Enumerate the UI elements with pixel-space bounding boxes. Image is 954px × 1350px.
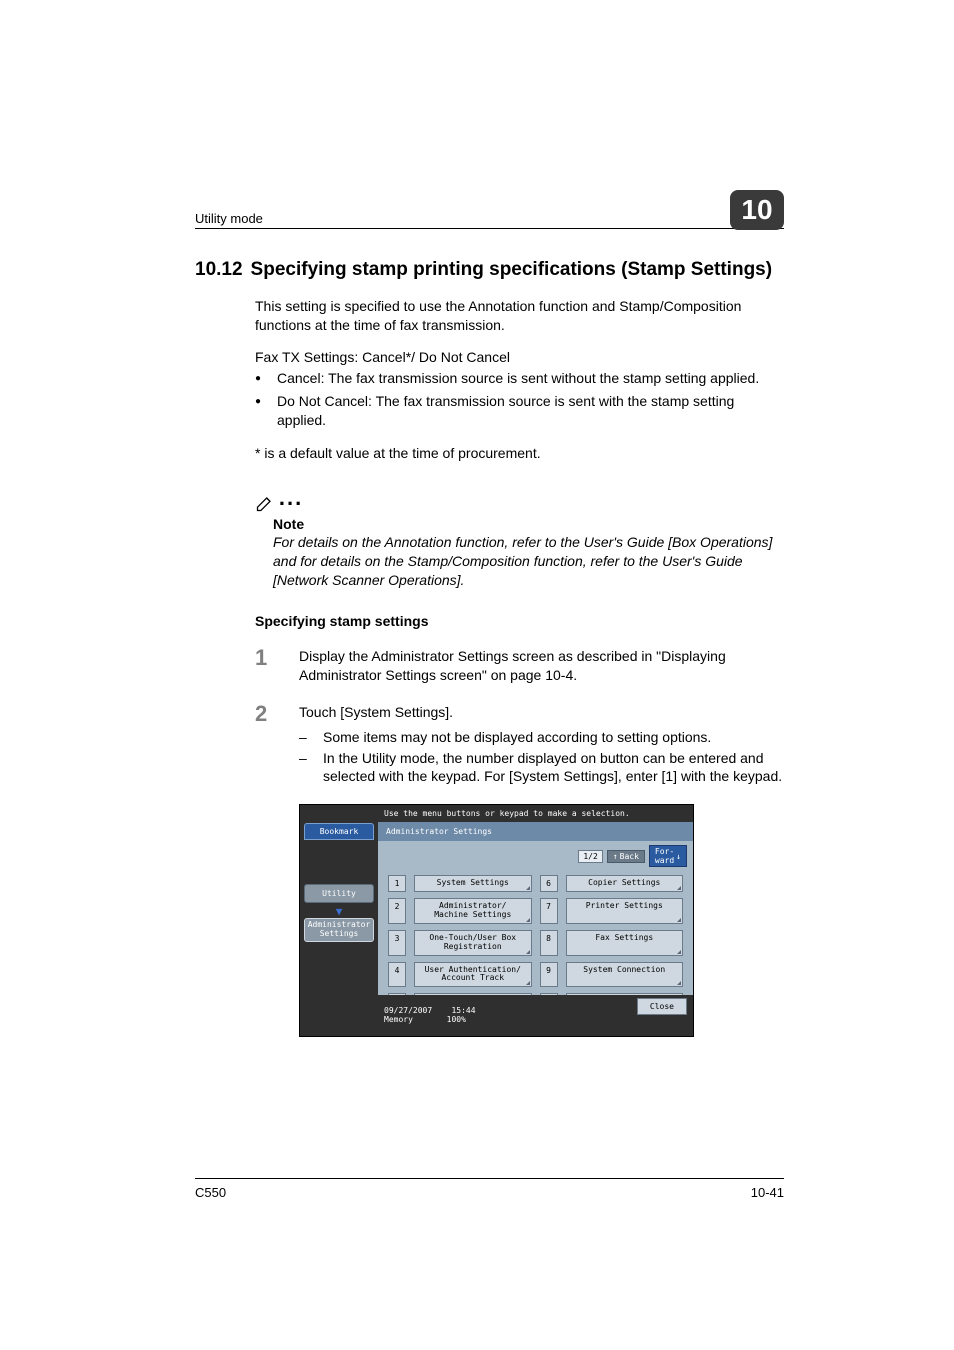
menu-system-connection[interactable]: System Connection	[566, 962, 684, 988]
step-number: 1	[255, 643, 267, 673]
menu-num-3: 3	[388, 930, 406, 956]
sidebar-admin-settings[interactable]: Administrator Settings	[304, 918, 374, 942]
procedure-heading: Specifying stamp settings	[255, 612, 784, 631]
close-button[interactable]: Close	[637, 998, 687, 1015]
chapter-number-badge: 10	[730, 190, 784, 230]
menu-num-1: 1	[388, 875, 406, 892]
section-title-text: Specifying stamp printing specifications…	[251, 257, 773, 283]
running-header: Utility mode 10	[195, 190, 784, 229]
settings-bullet-list: Cancel: The fax transmission source is s…	[255, 369, 784, 430]
menu-num-6: 6	[540, 875, 558, 892]
step-number: 2	[255, 699, 267, 729]
page-footer: C550 10-41	[195, 1178, 784, 1200]
intro-paragraph: This setting is specified to use the Ann…	[255, 297, 784, 335]
menu-admin-machine[interactable]: Administrator/ Machine Settings	[414, 898, 532, 924]
step-sub-item: In the Utility mode, the number displaye…	[299, 749, 784, 787]
step-1: 1 Display the Administrator Settings scr…	[255, 647, 784, 685]
status-time: 15:44	[451, 1006, 475, 1015]
admin-settings-screenshot: Bookmark Utility ▼ Administrator Setting…	[299, 804, 694, 1037]
arrow-right-icon: ↓	[676, 852, 681, 861]
ui-menu-grid: 1 System Settings 6 Copier Settings 2 Ad…	[378, 869, 693, 1016]
note-icon-row: ...	[255, 483, 784, 513]
pencil-note-icon	[255, 493, 275, 513]
menu-onetouch-userbox[interactable]: One-Touch/User Box Registration	[414, 930, 532, 956]
menu-system-settings[interactable]: System Settings	[414, 875, 532, 892]
menu-user-auth[interactable]: User Authentication/ Account Track	[414, 962, 532, 988]
step-sub-item: Some items may not be displayed accordin…	[299, 728, 784, 747]
menu-num-2: 2	[388, 898, 406, 924]
menu-copier-settings[interactable]: Copier Settings	[566, 875, 684, 892]
running-head-text: Utility mode	[195, 211, 263, 226]
chapter-number: 10	[741, 194, 772, 226]
step-2: 2 Touch [System Settings]. Some items ma…	[255, 703, 784, 787]
ui-status-bar: 09/27/2007 15:44 Memory 100% Close	[378, 995, 693, 1036]
ui-main-area: Use the menu buttons or keypad to make a…	[378, 805, 693, 1036]
note-text: For details on the Annotation function, …	[273, 533, 784, 590]
bookmark-tab[interactable]: Bookmark	[304, 823, 374, 840]
pager-back-button[interactable]: ↑Back	[607, 850, 645, 863]
default-footnote: * is a default value at the time of proc…	[255, 444, 784, 463]
menu-printer-settings[interactable]: Printer Settings	[566, 898, 684, 924]
ui-sidebar: Bookmark Utility ▼ Administrator Setting…	[300, 805, 378, 1036]
arrow-down-icon: ▼	[304, 905, 374, 918]
note-dots-icon: ...	[279, 485, 303, 510]
menu-num-9: 9	[540, 962, 558, 988]
menu-fax-settings[interactable]: Fax Settings	[566, 930, 684, 956]
section-number: 10.12	[195, 257, 243, 283]
status-memory-value: 100%	[447, 1015, 466, 1024]
menu-num-7: 7	[540, 898, 558, 924]
arrow-left-icon: ↑	[613, 852, 618, 861]
note-label: Note	[273, 515, 784, 534]
bullet-item: Cancel: The fax transmission source is s…	[255, 369, 784, 388]
sidebar-utility-button[interactable]: Utility	[304, 884, 374, 903]
menu-num-4: 4	[388, 962, 406, 988]
section-heading: 10.12 Specifying stamp printing specific…	[195, 257, 784, 283]
step-sub-list: Some items may not be displayed accordin…	[299, 728, 784, 787]
page-indicator: 1/2	[578, 850, 602, 863]
menu-num-8: 8	[540, 930, 558, 956]
step-text: Touch [System Settings].	[299, 704, 453, 720]
status-memory-label: Memory	[384, 1015, 413, 1024]
bullet-item: Do Not Cancel: The fax transmission sour…	[255, 392, 784, 430]
ui-pager-row: 1/2 ↑Back For- ward↓	[378, 841, 693, 869]
pager-forward-button[interactable]: For- ward↓	[649, 845, 687, 867]
ui-hint-bar: Use the menu buttons or keypad to make a…	[378, 805, 693, 822]
footer-page-number: 10-41	[751, 1185, 784, 1200]
status-date: 09/27/2007	[384, 1006, 432, 1015]
step-text: Display the Administrator Settings scree…	[299, 648, 726, 683]
settings-line: Fax TX Settings: Cancel*/ Do Not Cancel	[255, 348, 784, 367]
footer-model: C550	[195, 1185, 226, 1200]
step-list: 1 Display the Administrator Settings scr…	[255, 647, 784, 786]
ui-title-bar: Administrator Settings	[378, 822, 693, 841]
